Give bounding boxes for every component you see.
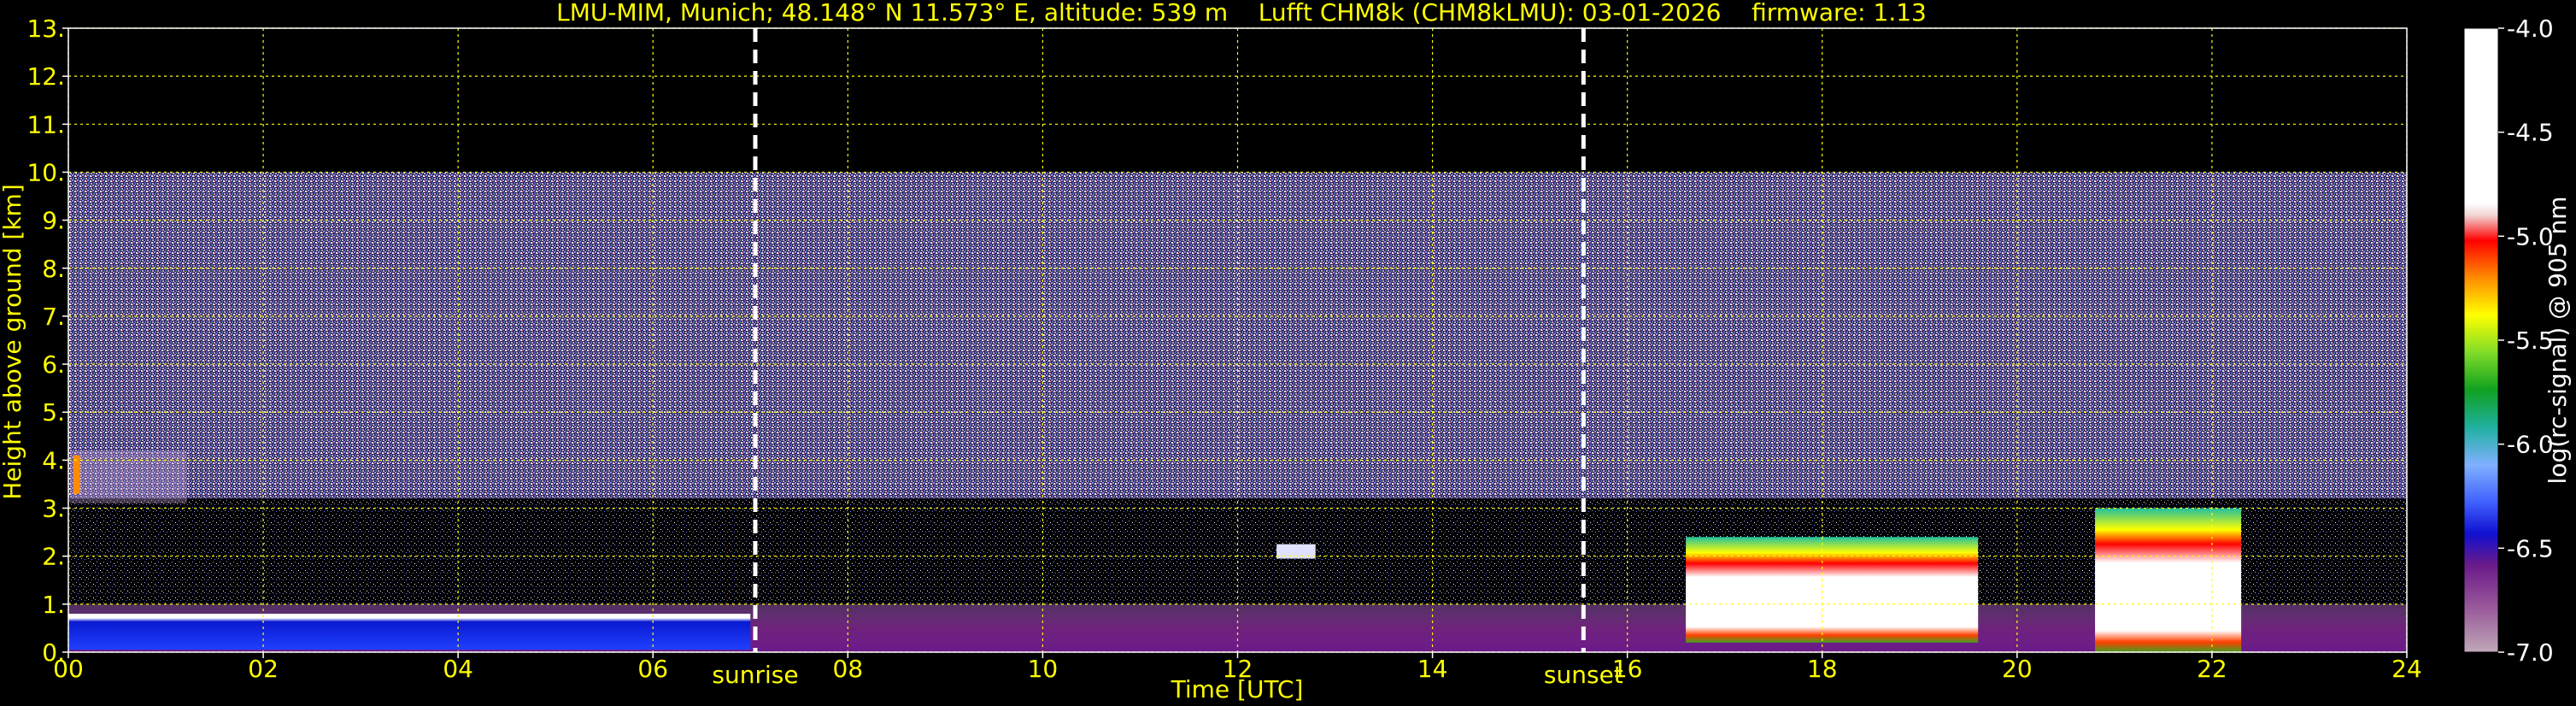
x-tick-label: 24 bbox=[2391, 655, 2422, 683]
feature-low-cloud bbox=[68, 614, 751, 650]
colorbar-tick-label: -5.5 bbox=[2507, 327, 2554, 355]
y-tick-label: 0. bbox=[42, 638, 65, 667]
colorbar-tick-label: -6.0 bbox=[2507, 431, 2554, 459]
y-tick-label: 8. bbox=[42, 255, 65, 283]
marker-label-sunrise: sunrise bbox=[712, 661, 798, 689]
x-tick-label: 16 bbox=[1612, 655, 1643, 683]
colorbar-tick-label: -4.5 bbox=[2507, 119, 2554, 147]
x-tick-label: 02 bbox=[248, 655, 279, 683]
chart-title: LMU-MIM, Munich; 48.148° N 11.573° E, al… bbox=[556, 0, 1927, 26]
colorbar-tick-label: -7.0 bbox=[2507, 638, 2554, 667]
colorbar-tick-label: -5.0 bbox=[2507, 222, 2554, 250]
x-tick-label: 18 bbox=[1807, 655, 1838, 683]
x-tick-label: 14 bbox=[1417, 655, 1448, 683]
x-tick-label: 22 bbox=[2197, 655, 2227, 683]
y-tick-label: 6. bbox=[42, 350, 65, 379]
feature-elevated-layer bbox=[70, 450, 187, 503]
colorbar-tick-label: -6.5 bbox=[2507, 534, 2554, 562]
y-tick-label: 13. bbox=[26, 15, 65, 43]
x-axis-label: Time [UTC] bbox=[1171, 675, 1304, 703]
y-tick-label: 12. bbox=[26, 62, 65, 91]
x-tick-label: 06 bbox=[637, 655, 668, 683]
feature-cloud-deck-5 bbox=[2095, 508, 2242, 652]
colorbar-tick-label: -4.0 bbox=[2507, 15, 2554, 43]
x-tick-label: 20 bbox=[2002, 655, 2033, 683]
ceilometer-chart: sunrise sunset 00 02 04 06 08 10 12 14 16 18 20 22 24… bbox=[0, 0, 2572, 703]
x-tick-label: 08 bbox=[833, 655, 864, 683]
x-tick-label: 10 bbox=[1028, 655, 1059, 683]
y-axis-label: Height above ground [km] bbox=[0, 184, 26, 500]
y-tick-label: 7. bbox=[42, 303, 65, 331]
y-tick-label: 9. bbox=[42, 207, 65, 235]
x-tick-label: 04 bbox=[443, 655, 473, 683]
colorbar: log(rc-signal) @ 905 nm -4.0-4.5-5.0-5.5… bbox=[2463, 15, 2572, 667]
colorbar-gradient bbox=[2463, 27, 2499, 653]
y-tick-label: 11. bbox=[26, 110, 65, 138]
y-tick-label: 10. bbox=[26, 158, 65, 186]
feature-cloud-deck-4 bbox=[1686, 537, 1979, 643]
y-tick-label: 1. bbox=[42, 591, 65, 619]
y-tick-label: 4. bbox=[42, 446, 65, 474]
y-tick-label: 3. bbox=[42, 495, 65, 523]
feature-elevated-core bbox=[73, 455, 80, 494]
y-tick-label: 2. bbox=[42, 543, 65, 571]
y-tick-label: 5. bbox=[42, 398, 65, 427]
